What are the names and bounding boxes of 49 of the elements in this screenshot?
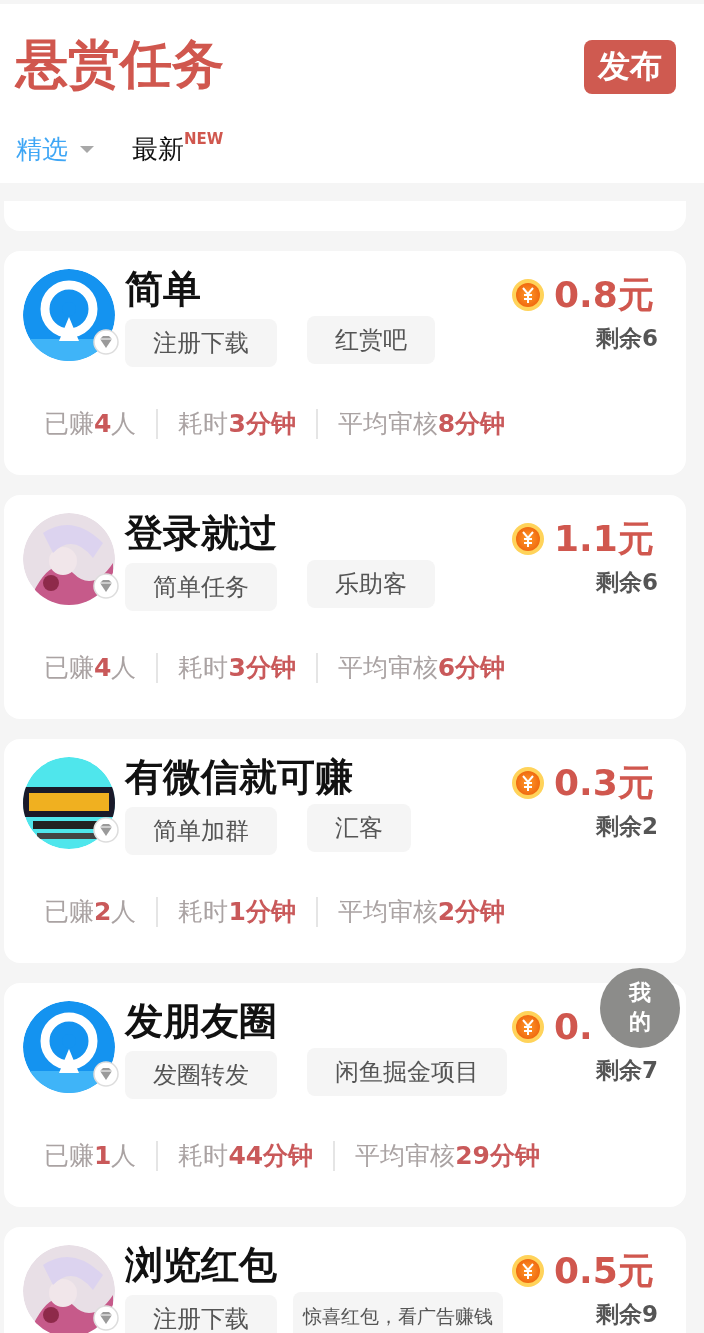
tag: 汇客	[307, 804, 411, 852]
remaining-count: 剩余6	[596, 568, 658, 597]
new-label: NEW	[184, 130, 224, 148]
task-title: 浏览红包	[125, 1243, 278, 1287]
coin-icon	[512, 1011, 544, 1043]
task-stat: 耗时1分钟	[178, 896, 296, 928]
reward-price: 0.	[554, 1005, 593, 1049]
task-stat: 耗时3分钟	[178, 652, 296, 684]
tag: 惊喜红包，看广告赚钱	[293, 1292, 503, 1333]
task-stat: 平均审核6分钟	[337, 652, 506, 684]
reward-price: 1.1元	[554, 517, 654, 561]
coin-icon	[512, 279, 544, 311]
task-card[interactable]: 有微信就可赚 简单加群 汇客 0.3元 剩余2 已赚2人 耗时1分钟 平均审核2分钟	[4, 739, 686, 963]
tag: 发圈转发	[125, 1051, 277, 1099]
task-card[interactable]: 简单 注册下载 红赏吧 0.8元 剩余6 已赚4人 耗时3分钟 平均审核8分钟	[4, 251, 686, 475]
reward-price: 0.8元	[554, 273, 654, 317]
task-stat: 已赚4人	[44, 652, 137, 684]
remaining-count: 剩余9	[596, 1300, 658, 1329]
coin-icon	[512, 1255, 544, 1287]
tag: 注册下载	[125, 319, 277, 367]
tag: 简单任务	[125, 563, 277, 611]
task-stat: 已赚2人	[44, 896, 137, 928]
task-stat: 已赚4人	[44, 408, 137, 440]
reward-price: 0.5元	[554, 1249, 654, 1293]
tag: 注册下载	[125, 1295, 277, 1333]
tag: 闲鱼掘金项目	[307, 1048, 507, 1096]
task-stat: 耗时3分钟	[178, 408, 296, 440]
page-title: 悬赏任务	[16, 34, 224, 94]
task-stat: 耗时44分钟	[178, 1140, 314, 1172]
task-title: 登录就过	[125, 511, 278, 555]
task-stat: 平均审核29分钟	[355, 1140, 540, 1172]
tag: 红赏吧	[307, 316, 435, 364]
task-stat: 平均审核2分钟	[337, 896, 506, 928]
task-title: 有微信就可赚	[125, 755, 354, 799]
tag: 简单加群	[125, 807, 277, 855]
remaining-count: 剩余6	[596, 324, 658, 353]
coin-icon	[512, 523, 544, 555]
remaining-count: 剩余7	[596, 1056, 658, 1085]
publish-button[interactable]: 发布	[584, 40, 676, 94]
task-title: 发朋友圈	[125, 999, 278, 1043]
coin-icon	[512, 767, 544, 799]
task-title: 简单	[125, 267, 202, 311]
task-card[interactable]: 浏览红包 注册下载 惊喜红包，看广告赚钱 0.5元 剩余9	[4, 1227, 686, 1333]
remaining-count: 剩余2	[596, 812, 658, 841]
task-card[interactable]: 登录就过 简单任务 乐助客 1.1元 剩余6 已赚4人 耗时3分钟 平均审核6分钟	[4, 495, 686, 719]
reward-price: 0.3元	[554, 761, 654, 805]
task-stat: 已赚1人	[44, 1140, 137, 1172]
task-stat: 平均审核8分钟	[337, 408, 506, 440]
tag: 乐助客	[307, 560, 435, 608]
